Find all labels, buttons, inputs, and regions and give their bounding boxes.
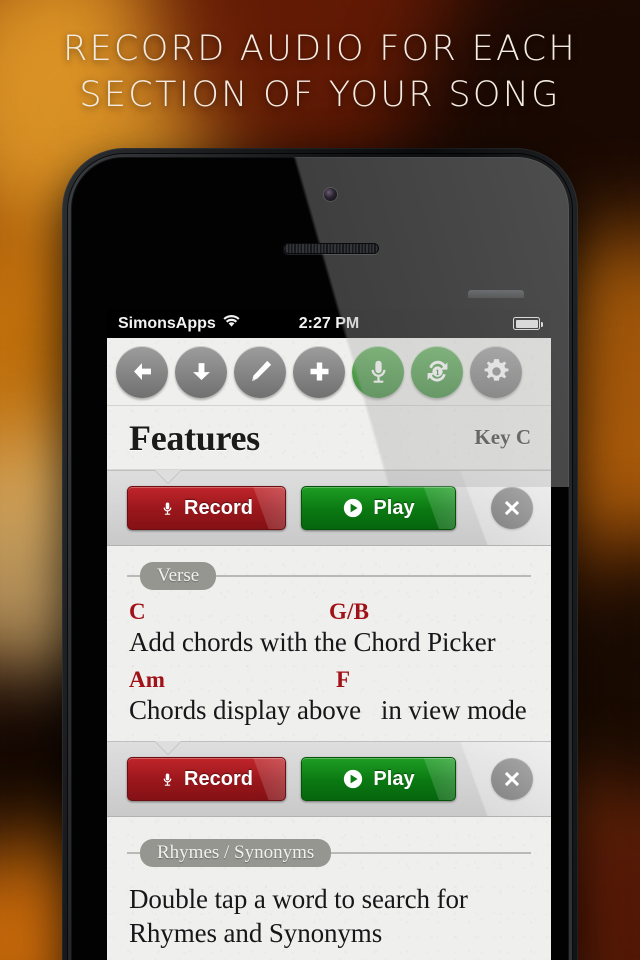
battery-group bbox=[513, 317, 544, 330]
microphone-icon bbox=[163, 502, 172, 515]
microphone-button[interactable] bbox=[352, 345, 404, 398]
close-section-button[interactable] bbox=[491, 487, 533, 529]
play-circle-icon bbox=[344, 498, 363, 518]
earpiece-speaker-icon bbox=[283, 243, 379, 254]
plus-icon bbox=[310, 362, 328, 381]
microphone-icon bbox=[371, 360, 385, 383]
close-x-icon bbox=[504, 771, 520, 787]
repeat-one-button[interactable]: 1 bbox=[411, 345, 463, 398]
add-button[interactable] bbox=[293, 345, 345, 398]
status-bar: SimonsApps 2:27 PM bbox=[107, 309, 551, 338]
battery-full-icon bbox=[513, 317, 544, 330]
audio-controls-bar: Record Play bbox=[107, 741, 551, 817]
back-button[interactable] bbox=[116, 345, 168, 398]
arrow-down-icon bbox=[192, 363, 210, 380]
lyric-body[interactable]: C G/B Add chords with the Chord Picker A… bbox=[107, 599, 551, 727]
wifi-icon bbox=[223, 314, 240, 333]
edit-button[interactable] bbox=[234, 345, 286, 398]
record-button[interactable]: Record bbox=[127, 486, 286, 530]
lyric-section[interactable]: Verse C G/B Add chords with the Chord Pi… bbox=[107, 546, 551, 741]
lyric-line[interactable]: Double tap a word to search for bbox=[129, 882, 529, 916]
section-rule-left bbox=[127, 852, 140, 854]
carrier-group: SimonsApps bbox=[118, 315, 240, 333]
section-header: Rhymes / Synonyms bbox=[107, 839, 551, 867]
section-rule-left bbox=[127, 575, 140, 577]
audio-controls-bar: Record Play bbox=[107, 470, 551, 546]
chord[interactable]: C bbox=[129, 599, 146, 625]
button-sheen bbox=[231, 758, 285, 800]
section-notch bbox=[155, 470, 181, 483]
app-screen: SimonsApps 2:27 PM 1 Features Key C Reco… bbox=[107, 309, 551, 960]
headline-line-1: RECORD AUDIO FOR EACH bbox=[63, 29, 577, 69]
promo-headline: RECORD AUDIO FOR EACH SECTION OF YOUR SO… bbox=[0, 26, 640, 118]
gear-icon bbox=[484, 359, 508, 381]
close-section-button[interactable] bbox=[491, 758, 533, 800]
play-circle-icon bbox=[344, 769, 363, 789]
headline-line-2: SECTION OF YOUR SONG bbox=[79, 75, 561, 115]
close-x-icon bbox=[504, 500, 520, 516]
play-button[interactable]: Play bbox=[301, 757, 456, 801]
section-name-badge[interactable]: Verse bbox=[140, 562, 217, 590]
chord[interactable]: F bbox=[336, 667, 350, 693]
power-button[interactable] bbox=[468, 290, 524, 298]
carrier-label: SimonsApps bbox=[118, 314, 216, 332]
song-header: Features Key C bbox=[107, 406, 551, 470]
front-camera-icon bbox=[324, 188, 337, 201]
button-sheen bbox=[402, 487, 455, 529]
section-notch bbox=[155, 741, 181, 754]
section-name-badge[interactable]: Rhymes / Synonyms bbox=[140, 839, 332, 867]
arrow-left-icon bbox=[133, 363, 151, 380]
section-header: Verse bbox=[107, 562, 551, 590]
lyric-section[interactable]: Rhymes / Synonyms Double tap a word to s… bbox=[107, 817, 551, 960]
app-toolbar: 1 bbox=[107, 338, 551, 406]
section-rule-right bbox=[216, 575, 531, 577]
lyric-body[interactable]: Double tap a word to search for Rhymes a… bbox=[107, 876, 551, 950]
chord[interactable]: G/B bbox=[329, 599, 369, 625]
svg-text:1: 1 bbox=[435, 368, 439, 377]
play-button[interactable]: Play bbox=[301, 486, 456, 530]
button-sheen bbox=[402, 758, 455, 800]
iphone-device-mockup: SimonsApps 2:27 PM 1 Features Key C Reco… bbox=[62, 148, 578, 960]
page-title: Features bbox=[129, 417, 260, 458]
download-button[interactable] bbox=[175, 345, 227, 398]
section-rule-right bbox=[331, 852, 531, 854]
record-button[interactable]: Record bbox=[127, 757, 286, 801]
song-key-label[interactable]: Key C bbox=[474, 425, 531, 450]
button-sheen bbox=[231, 487, 285, 529]
pencil-icon bbox=[251, 360, 271, 382]
device-front-glass: SimonsApps 2:27 PM 1 Features Key C Reco… bbox=[71, 157, 569, 960]
microphone-icon bbox=[163, 773, 172, 786]
repeat-one-icon: 1 bbox=[427, 360, 447, 382]
chord-line[interactable]: C G/B bbox=[129, 599, 529, 625]
lyric-line[interactable]: Rhymes and Synonyms bbox=[129, 916, 529, 950]
chord[interactable]: Am bbox=[129, 667, 165, 693]
settings-button[interactable] bbox=[470, 345, 522, 398]
chord-line[interactable]: Am F bbox=[129, 667, 529, 693]
